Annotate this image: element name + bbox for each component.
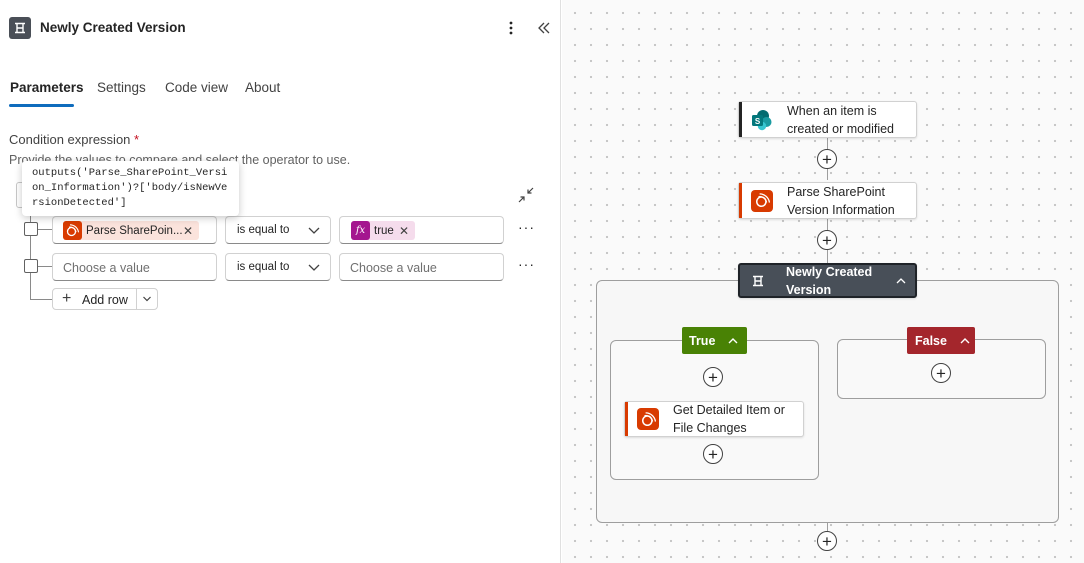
condition-icon	[750, 270, 766, 292]
more-options-icon[interactable]	[503, 16, 519, 40]
left-value-field[interactable]: Parse SharePoin... ✕	[52, 216, 217, 244]
parse-action-icon	[637, 408, 659, 430]
tree-branch-line	[38, 266, 52, 267]
tab-settings[interactable]: Settings	[97, 80, 146, 95]
parse-action-icon	[751, 189, 773, 212]
expression-tooltip: outputs('Parse_SharePoint_Version_Inform…	[22, 161, 239, 216]
chevron-up-icon[interactable]	[895, 276, 907, 286]
expand-editor-icon[interactable]	[517, 186, 535, 204]
add-action-button[interactable]: +	[703, 444, 723, 464]
collapse-panel-icon[interactable]	[535, 18, 553, 38]
parse-action-icon	[63, 221, 82, 240]
condition-expression-label: Condition expression *	[9, 132, 139, 147]
tree-branch-line	[38, 229, 52, 230]
trigger-node[interactable]: S When an item is created or modified	[738, 101, 917, 138]
row-checkbox[interactable]	[24, 222, 38, 236]
true-branch-header[interactable]: True	[682, 327, 747, 354]
row-checkbox[interactable]	[24, 259, 38, 273]
chevron-down-icon	[308, 264, 320, 271]
condition-node[interactable]: Newly Created Version	[738, 263, 917, 298]
token-label: Parse SharePoin...	[86, 224, 183, 237]
plus-icon: +	[62, 290, 72, 307]
operator-value: is equal to	[237, 224, 290, 236]
tree-branch-line	[30, 299, 52, 300]
chevron-down-icon	[308, 227, 320, 234]
add-row-label: Add row	[82, 293, 128, 307]
chevron-up-icon[interactable]	[727, 336, 739, 346]
right-value-placeholder: Choose a value	[350, 261, 437, 275]
tab-about[interactable]: About	[245, 80, 280, 95]
right-value-field[interactable]: fx true ✕	[339, 216, 504, 244]
operator-dropdown[interactable]: is equal to	[225, 216, 331, 244]
row-more-options-icon[interactable]: ···	[518, 256, 535, 272]
divider	[136, 289, 137, 309]
node-accent	[739, 102, 742, 137]
active-tab-indicator	[9, 104, 74, 107]
dynamic-content-token[interactable]: Parse SharePoin... ✕	[63, 221, 199, 240]
node-accent	[739, 183, 742, 218]
add-action-button[interactable]: +	[817, 149, 837, 169]
add-action-button[interactable]: +	[817, 531, 837, 551]
condition-label-text: Condition expression	[9, 132, 131, 147]
add-action-button[interactable]: +	[817, 230, 837, 250]
chevron-down-icon[interactable]	[142, 294, 152, 304]
node-label: Parse SharePoint Version Information	[787, 184, 895, 217]
fx-icon: fx	[351, 221, 370, 240]
svg-text:S: S	[755, 116, 761, 125]
remove-token-icon[interactable]: ✕	[183, 224, 193, 238]
false-branch-header[interactable]: False	[907, 327, 975, 354]
node-accent	[625, 402, 628, 436]
add-action-button[interactable]: +	[703, 367, 723, 387]
node-label: Get Detailed Item or File Changes	[673, 403, 785, 435]
row-more-options-icon[interactable]: ···	[518, 219, 535, 235]
chevron-up-icon[interactable]	[959, 336, 971, 346]
connector-line	[827, 522, 828, 531]
branch-label: False	[915, 333, 947, 348]
get-details-node[interactable]: Get Detailed Item or File Changes	[624, 401, 804, 437]
expression-token[interactable]: fx true ✕	[351, 221, 415, 240]
branch-label: True	[689, 333, 716, 348]
operator-dropdown[interactable]: is equal to	[225, 253, 331, 281]
condition-icon	[9, 17, 31, 39]
operator-value: is equal to	[237, 261, 290, 273]
designer-canvas[interactable]: S When an item is created or modified + …	[562, 0, 1084, 563]
parameters-panel: Newly Created Version Parameters Setting…	[0, 0, 561, 563]
left-value-placeholder: Choose a value	[63, 261, 150, 275]
add-row-button[interactable]: + Add row	[52, 288, 158, 310]
remove-token-icon[interactable]: ✕	[399, 224, 409, 238]
node-label: When an item is created or modified	[787, 103, 895, 136]
parse-node[interactable]: Parse SharePoint Version Information	[738, 182, 917, 219]
tab-parameters[interactable]: Parameters	[10, 80, 84, 95]
add-action-button[interactable]: +	[931, 363, 951, 383]
sharepoint-icon: S	[751, 109, 773, 131]
node-label: Newly Created Version	[786, 264, 873, 297]
token-label: true	[374, 224, 394, 237]
tab-code-view[interactable]: Code view	[165, 80, 228, 95]
left-value-field[interactable]: Choose a value	[52, 253, 217, 281]
panel-title: Newly Created Version	[40, 20, 186, 35]
required-mark: *	[134, 132, 140, 147]
right-value-field[interactable]: Choose a value	[339, 253, 504, 281]
